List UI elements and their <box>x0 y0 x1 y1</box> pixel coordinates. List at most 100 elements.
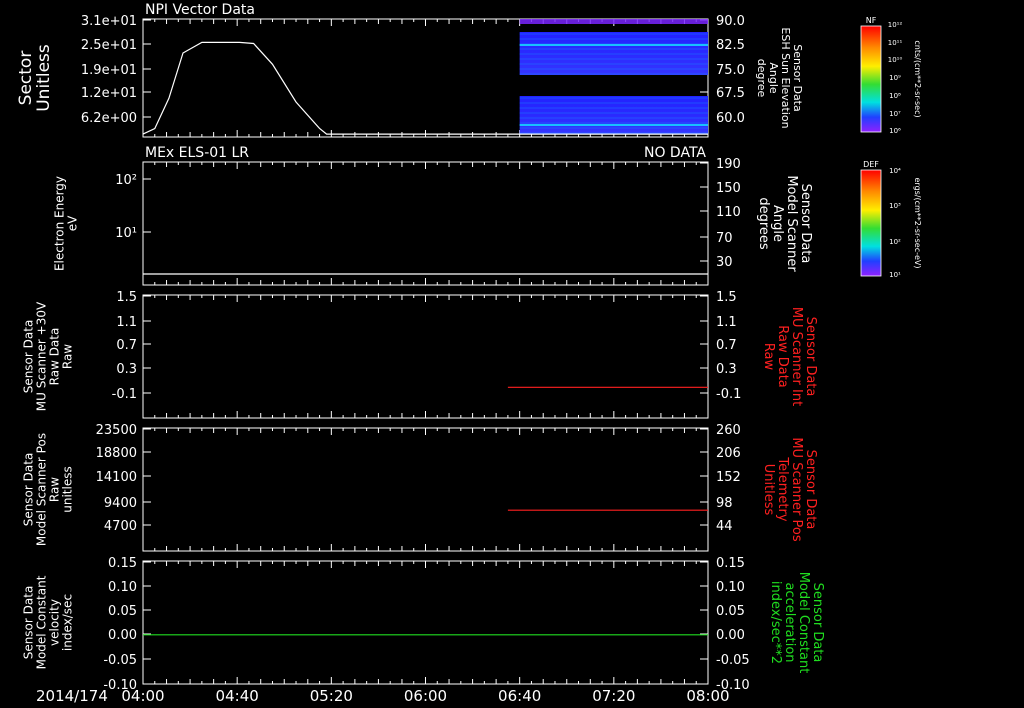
y-axis-label-left: unitless <box>61 466 75 512</box>
panel-5: 0.150.100.050.00-0.05-0.100.150.100.050.… <box>22 556 826 693</box>
y-tick-label-right: 150 <box>716 181 741 196</box>
y-tick-label-right: 1.5 <box>716 290 737 305</box>
time-tick-label: 08:00 <box>686 687 729 705</box>
spectrogram-top-strip <box>519 19 708 24</box>
y-axis-label-left: Sensor Data <box>22 586 36 660</box>
y-tick-label-left: 1.1 <box>116 315 137 330</box>
time-tick-label: 07:20 <box>592 687 635 705</box>
time-tick-label: 04:40 <box>216 687 259 705</box>
colorbar-scale <box>860 25 882 133</box>
y-axis-label-left: Model Constant <box>35 575 49 669</box>
y-tick-label-right: -0.05 <box>716 653 750 668</box>
y-axis-label-left: Sensor Data <box>22 453 36 527</box>
colorbar-tick-label: 10⁶ <box>889 127 901 135</box>
panel-title-right: NO DATA <box>644 145 706 161</box>
y-tick-label-left: 9400 <box>104 496 137 511</box>
time-tick-label: 05:20 <box>310 687 353 705</box>
colorbar-tick-label: 10⁹ <box>889 74 901 82</box>
y-axis-label-right: degrees <box>756 197 771 250</box>
y-tick-label-right: -0.1 <box>716 387 741 402</box>
colorbar-tick-label: 10¹² <box>888 21 903 29</box>
date-label: 2014/174 <box>36 687 108 705</box>
y-axis-label-right: MU Scanner Pos <box>789 437 804 542</box>
plot-canvas: 3.1e+01 2.5e+01 1.9e+01 1.2e+01 6.2e+00 90.0 8… <box>16 2 922 705</box>
y-axis-label-left: Unitless <box>34 44 54 112</box>
colorbar-1: NF 10¹² 10¹¹ 10¹⁰ 10⁹ 10⁸ 10⁷ 10⁶ cnts/(cm**2-sr… <box>860 16 922 135</box>
panel-frame <box>142 427 709 552</box>
panel-frame <box>142 560 709 685</box>
colorbar-label: ergs/(cm**2-sr-sec-eV) <box>913 177 922 268</box>
time-tick-label: 04:00 <box>121 687 164 705</box>
y-axis-label-left: index/sec <box>61 594 75 651</box>
y-axis-label-right: Unitless <box>761 464 776 516</box>
panel-2: 190 150 110 70 30 10² 10¹ MEx ELS-01 LR NO DATA E… <box>53 145 813 286</box>
panel-4: 23500 18800 14100 9400 4700 260 206 152 98 44 Sens… <box>22 423 818 552</box>
y-axis-label-left: Electron Energy <box>53 176 67 271</box>
colorbar-2: DEF 10⁴ 10³ 10² 10¹ ergs/(cm**2-sr-sec-eV) <box>860 160 922 279</box>
y-tick-label-left: 23500 <box>96 423 137 438</box>
y-axis-label-left: velocity <box>48 599 62 646</box>
y-axis-label-left: Model Scanner Pos <box>35 433 49 546</box>
y-axis-label-left: Sector <box>16 51 36 106</box>
y-axis-label-left: Raw <box>48 477 62 502</box>
y-tick-label-right: 82.5 <box>716 38 745 53</box>
y-axis-label-left: MU Scanner +30V <box>35 301 49 411</box>
time-tick-label: 06:00 <box>404 687 447 705</box>
y-tick-label-left: -0.1 <box>112 387 137 402</box>
y-tick-label-left: 0.00 <box>108 628 137 643</box>
y-axis-label-right: MU Scanner Int <box>789 307 804 406</box>
y-tick-label-right: 75.0 <box>716 63 745 78</box>
y-tick-label-left: 0.10 <box>108 580 137 595</box>
y-tick-label-left: 1.2e+01 <box>81 86 137 101</box>
y-axis-label-right: Sensor Data <box>803 450 818 530</box>
y-tick-label-right: 60.0 <box>716 111 745 126</box>
y-axis-label-right: Sensor Data <box>798 184 813 264</box>
y-tick-label-left: 0.05 <box>108 604 137 619</box>
y-tick-label-left: 2.5e+01 <box>81 38 137 53</box>
y-tick-label-left: -0.05 <box>103 653 137 668</box>
y-axis-label-right: Sensor Data <box>810 583 825 663</box>
y-tick-label-left: 1.9e+01 <box>81 63 137 78</box>
y-tick-label-right: 0.10 <box>716 580 745 595</box>
y-tick-label-right: 152 <box>716 470 741 485</box>
y-tick-label-left: 0.3 <box>116 362 137 377</box>
panel-1: 3.1e+01 2.5e+01 1.9e+01 1.2e+01 6.2e+00 90.0 8… <box>16 2 804 138</box>
y-axis-label-right: Telemetry <box>775 456 790 521</box>
y-tick-label-left: 0.7 <box>116 338 137 353</box>
y-axis-label-right: index/sec**2 <box>768 581 783 664</box>
panel-title: MEx ELS-01 LR <box>145 145 249 161</box>
y-tick-label-left: 0.15 <box>108 556 137 571</box>
colorbar-tick-label: 10¹⁰ <box>888 56 903 64</box>
y-tick-label-right: 260 <box>716 423 741 438</box>
y-tick-label-left: 3.1e+01 <box>81 14 137 29</box>
y-tick-label-right: 1.1 <box>716 315 737 330</box>
y-tick-label-right: 0.00 <box>716 628 745 643</box>
y-tick-label-right: 0.15 <box>716 556 745 571</box>
y-tick-label-left: 1.5 <box>116 290 137 305</box>
colorbar-tick-label: 10⁴ <box>889 167 901 175</box>
panel-3: 1.5 1.1 0.7 0.3 -0.1 1.5 1.1 0.7 0.3 -0.1 Sensor D… <box>22 290 818 419</box>
colorbar-tick-label: 10⁷ <box>889 110 901 118</box>
y-axis-label-left: Raw Data <box>48 328 62 386</box>
colorbar-scale <box>860 169 882 277</box>
colorbar-title: DEF <box>863 160 879 169</box>
colorbar-tick-label: 10⁸ <box>889 92 901 100</box>
y-tick-label-right: 206 <box>716 446 741 461</box>
colorbar-tick-label: 10³ <box>889 202 901 210</box>
y-tick-label-right: 30 <box>716 255 733 270</box>
y-axis-label-left: Sensor Data <box>22 320 36 394</box>
y-axis-label-right: Raw <box>761 343 776 371</box>
y-tick-label-right: 90.0 <box>716 14 745 29</box>
colorbar-tick-label: 10¹¹ <box>888 39 903 47</box>
y-tick-label-right: 110 <box>716 205 741 220</box>
colorbar-tick-label: 10² <box>889 238 901 246</box>
y-tick-label-right: 44 <box>716 519 733 534</box>
y-axis-label-right: Model Scanner <box>784 175 799 272</box>
colorbar-label: cnts/(cm**2-sr-sec) <box>913 40 922 117</box>
y-tick-label-left: 18800 <box>96 446 137 461</box>
y-tick-label-left: 14100 <box>96 470 137 485</box>
y-tick-label-right: 67.5 <box>716 86 745 101</box>
y-tick-label-right: 70 <box>716 231 733 246</box>
panel-frame <box>142 161 709 286</box>
colorbar-title: NF <box>866 16 877 25</box>
